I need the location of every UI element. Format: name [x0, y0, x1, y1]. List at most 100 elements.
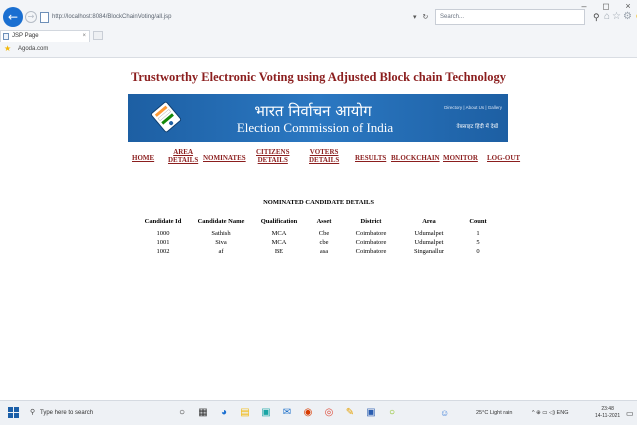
clock-date: 14-11-2021	[595, 413, 621, 419]
search-icon: ⚲	[30, 409, 36, 416]
notifications-icon[interactable]: ▭	[626, 405, 634, 422]
cortana-icon[interactable]: ○	[176, 406, 188, 420]
nav-voters-details[interactable]: VOTERS DETAILS	[309, 148, 339, 164]
nav-nominates[interactable]: NOMINATES	[203, 154, 246, 163]
table-cell: Udumalpet	[414, 230, 444, 237]
browser-chrome: – ◻ × ← → http://localhost:8084/BlockCha…	[0, 0, 637, 58]
toolbar-icons: ⌂ ☆ ⚙ ☻	[604, 10, 637, 24]
notepad-icon[interactable]: ✎	[344, 406, 356, 420]
favorites-star-icon[interactable]: ☆	[612, 10, 621, 24]
table-cell: 5	[476, 239, 480, 246]
netbeans-icon[interactable]: ▣	[365, 406, 377, 420]
refresh-icon[interactable]: ↻	[423, 11, 429, 24]
table-cell: asa	[319, 248, 329, 255]
favorites-bar: ★ Agoda.com	[0, 42, 637, 56]
taskbar-search-placeholder: Type here to search	[40, 410, 94, 416]
table-cell: Coimbatore	[355, 230, 387, 237]
table-cell: Siva	[215, 239, 227, 246]
table-cell: Cbe	[318, 230, 330, 237]
eci-emblem-icon	[150, 101, 182, 133]
chrome-icon[interactable]: ◎	[323, 406, 335, 420]
table-cell: Singanallur	[414, 248, 444, 255]
banner-hindi-title: भारत निर्वाचन आयोग	[254, 102, 372, 120]
main-nav: HOME AREA DETAILS NOMINATES CITIZENS DET…	[0, 148, 637, 177]
table-cell: 1001	[156, 239, 170, 246]
address-row: ← → http://localhost:8084/BlockChainVoti…	[0, 6, 637, 30]
section-title: NOMINATED CANDIDATE DETAILS	[263, 199, 374, 206]
table-cell: Sathish	[211, 230, 231, 237]
task-view-icon[interactable]: ▦	[197, 406, 209, 420]
table-cell: Udumalpet	[414, 239, 444, 246]
nav-citizens-details[interactable]: CITIZENS DETAILS	[256, 148, 289, 164]
table-cell: 1002	[156, 248, 170, 255]
table-cell: Coimbatore	[355, 239, 387, 246]
home-icon[interactable]: ⌂	[604, 10, 610, 24]
favorites-star-icon: ★	[4, 44, 12, 53]
site-title: Trustworthy Electronic Voting using Adju…	[131, 70, 506, 84]
col-header: Candidate Name	[197, 218, 245, 225]
table-cell: MCA	[271, 230, 287, 237]
col-header: Candidate Id	[144, 218, 182, 225]
search-icon[interactable]: ⚲	[593, 11, 600, 23]
tab-title: JSP Page	[12, 33, 39, 39]
col-header: Asset	[316, 218, 332, 225]
clock-time: 23:48	[601, 406, 614, 412]
nav-blockchain[interactable]: BLOCKCHAIN	[391, 154, 440, 163]
table-row: 1000 Sathish MCA Cbe Coimbatore Udumalpe…	[136, 229, 498, 238]
banner-top-links[interactable]: Directory | About Us | Gallery	[444, 105, 502, 110]
page-icon	[40, 12, 49, 23]
tab-page-icon	[3, 33, 9, 40]
clock[interactable]: 23:48 14-11-2021	[595, 406, 620, 420]
table-row: 1001 Siva MCA cbe Coimbatore Udumalpet 5	[136, 238, 498, 247]
table-row: 1002 af BE asa Coimbatore Singanallur 0	[136, 247, 498, 256]
table-cell: 0	[476, 248, 480, 255]
banner-english-title: Election Commission of India	[236, 120, 394, 135]
store-icon[interactable]: ▣	[260, 406, 272, 420]
windows-start-icon[interactable]	[8, 407, 19, 418]
col-header: Count	[469, 218, 487, 225]
col-header: Qualification	[260, 218, 298, 225]
favorite-link[interactable]: Agoda.com	[18, 43, 48, 55]
col-header: Area	[422, 218, 436, 225]
nav-monitor[interactable]: MONITOR	[443, 154, 478, 163]
tab-row: JSP Page ×	[0, 30, 637, 42]
address-bar[interactable]: http://localhost:8084/BlockChainVoting/a…	[52, 11, 412, 24]
office-icon[interactable]: ◉	[302, 406, 314, 420]
forward-arrow-icon[interactable]: →	[25, 11, 37, 23]
tab-close-icon[interactable]: ×	[82, 31, 86, 42]
table-cell: BE	[274, 248, 284, 255]
tray-icons[interactable]: ^ ⊕ ▭ ◁) ENG	[532, 405, 568, 422]
system-tray: 25°C Light rain ^ ⊕ ▭ ◁) ENG 23:48 14-11…	[476, 405, 636, 422]
nav-area-details[interactable]: AREA DETAILS	[168, 148, 198, 164]
dropdown-arrow-icon[interactable]: ▾	[413, 11, 417, 24]
nav-logout[interactable]: LOG-OUT	[487, 154, 520, 163]
table-cell: cbe	[319, 239, 329, 246]
weather-widget[interactable]: 25°C Light rain	[476, 405, 512, 422]
table-cell: Coimbatore	[355, 248, 387, 255]
new-tab-button[interactable]	[93, 31, 103, 40]
candidate-table: Candidate Id Candidate Name Qualificatio…	[136, 214, 498, 256]
mail-icon[interactable]: ✉	[281, 406, 293, 420]
address-controls: ▾ ↻	[413, 11, 428, 24]
taskbar-search-input[interactable]: ⚲ Type here to search	[28, 405, 168, 421]
app-icon[interactable]: ○	[386, 406, 398, 420]
nav-home[interactable]: HOME	[132, 154, 154, 163]
windows-taskbar: ⚲ Type here to search ○ ▦ ◕ ▤ ▣ ✉ ◉ ◎ ✎ …	[0, 400, 637, 425]
eci-banner: भारत निर्वाचन आयोग Election Commission o…	[128, 94, 508, 142]
col-header: District	[360, 218, 382, 225]
settings-gear-icon[interactable]: ⚙	[623, 10, 632, 24]
table-cell: 1	[476, 230, 480, 237]
table-cell: 1000	[156, 230, 170, 237]
table-header-row: Candidate Id Candidate Name Qualificatio…	[136, 214, 498, 229]
browser-tab[interactable]: JSP Page ×	[0, 30, 90, 42]
people-icon[interactable]: ☺	[440, 406, 449, 420]
nav-results[interactable]: RESULTS	[355, 154, 386, 163]
edge-icon[interactable]: ◕	[218, 406, 230, 420]
taskbar-apps: ○ ▦ ◕ ▤ ▣ ✉ ◉ ◎ ✎ ▣ ○	[176, 406, 398, 420]
file-explorer-icon[interactable]: ▤	[239, 406, 251, 420]
browser-search-input[interactable]: Search...	[435, 9, 585, 25]
table-cell: MCA	[271, 239, 287, 246]
table-cell: af	[218, 248, 224, 255]
back-arrow-icon[interactable]: ←	[3, 7, 23, 27]
banner-hindi-link[interactable]: वेबसाइट हिंदी में देखें	[457, 122, 498, 130]
